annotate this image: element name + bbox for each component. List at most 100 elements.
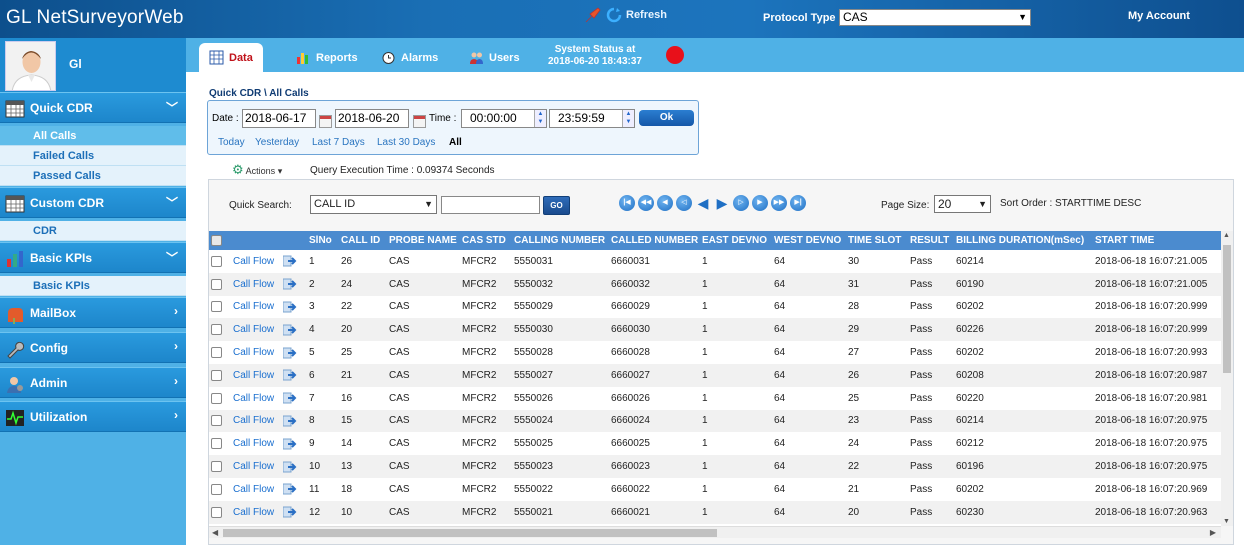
sidebar-item-passed-calls[interactable]: Passed Calls: [0, 166, 186, 186]
spinner-arrows-icon[interactable]: ▲ ▼: [622, 110, 634, 127]
column-header[interactable]: CAS STD: [460, 231, 512, 250]
row-checkbox[interactable]: [209, 296, 231, 319]
call-flow-arrow-icon[interactable]: [281, 341, 307, 364]
sidebar-item-failed-calls[interactable]: Failed Calls: [0, 146, 186, 166]
table-row[interactable]: Call Flow 2 24 CAS MFCR2 5550032 6660032 1 64 31 P…: [209, 272, 1221, 296]
call-flow-link[interactable]: Call Flow: [231, 296, 281, 319]
range-today[interactable]: Today: [218, 137, 245, 148]
call-flow-link[interactable]: Call Flow: [231, 341, 281, 364]
row-checkbox[interactable]: [209, 273, 231, 296]
sidebar-item-basic-kpis[interactable]: Basic KPIs: [0, 276, 186, 296]
scroll-left-icon[interactable]: ◀: [212, 528, 218, 537]
sidebar-group-custom-cdr[interactable]: Custom CDR ﹀: [0, 187, 186, 218]
call-flow-arrow-icon[interactable]: [281, 250, 307, 273]
scroll-right-icon[interactable]: ▶: [1210, 528, 1216, 537]
calendar-icon[interactable]: [319, 115, 332, 128]
tab-reports[interactable]: Reports: [286, 43, 368, 72]
call-flow-arrow-icon[interactable]: [281, 364, 307, 387]
call-flow-link[interactable]: Call Flow: [231, 387, 281, 410]
table-row[interactable]: Call Flow 5 25 CAS MFCR2 5550028 6660028 1 64 27 P…: [209, 341, 1221, 364]
column-header[interactable]: WEST DEVNO: [772, 231, 846, 250]
sidebar-item-all-calls[interactable]: All Calls: [0, 126, 186, 146]
last-page-icon[interactable]: ▶|: [790, 195, 806, 211]
call-flow-arrow-icon[interactable]: [281, 273, 307, 296]
table-row[interactable]: Call Flow 4 20 CAS MFCR2 5550030 6660030 1 64 29 P…: [209, 318, 1221, 342]
next-page-icon[interactable]: ▶: [714, 195, 730, 211]
column-header[interactable]: EAST DEVNO: [700, 231, 772, 250]
column-header[interactable]: CALLED NUMBER: [609, 231, 700, 250]
table-row[interactable]: Call Flow 10 13 CAS MFCR2 5550023 6660023 1 64 22…: [209, 455, 1221, 478]
prev-5-pages-icon[interactable]: ◀: [657, 195, 673, 211]
ok-button[interactable]: Ok: [639, 110, 694, 126]
call-flow-link[interactable]: Call Flow: [231, 478, 281, 501]
call-flow-arrow-icon[interactable]: [281, 455, 307, 478]
row-checkbox[interactable]: [209, 432, 231, 455]
table-row[interactable]: Call Flow 6 21 CAS MFCR2 5550027 6660027 1 64 26 P…: [209, 363, 1221, 387]
quick-search-input[interactable]: [441, 196, 540, 214]
sidebar-group-config[interactable]: Config ›: [0, 332, 186, 363]
table-row[interactable]: Call Flow 8 15 CAS MFCR2 5550024 6660024 1 64 23 P…: [209, 409, 1221, 433]
refresh-button[interactable]: Refresh: [584, 6, 667, 24]
range-last-7-days[interactable]: Last 7 Days: [312, 137, 365, 148]
sidebar-group-quick-cdr[interactable]: Quick CDR ﹀: [0, 92, 186, 123]
call-flow-arrow-icon[interactable]: [281, 501, 307, 524]
call-flow-arrow-icon[interactable]: [281, 432, 307, 455]
sidebar-group-utilization[interactable]: Utilization ›: [0, 401, 186, 432]
table-row[interactable]: Call Flow 12 10 CAS MFCR2 5550021 6660021 1 64 20…: [209, 500, 1221, 524]
go-button[interactable]: GO: [543, 196, 570, 215]
column-header[interactable]: CALL ID: [339, 231, 387, 250]
table-row[interactable]: Call Flow 7 16 CAS MFCR2 5550026 6660026 1 64 25 P…: [209, 386, 1221, 410]
scroll-up-icon[interactable]: ▲: [1223, 232, 1230, 239]
row-checkbox[interactable]: [209, 318, 231, 341]
column-header[interactable]: RESULT: [908, 231, 954, 250]
sidebar-group-admin[interactable]: Admin ›: [0, 367, 186, 398]
quick-search-field-select[interactable]: CALL ID ▼: [310, 195, 437, 214]
time-to-input[interactable]: 23:59:59 ▲ ▼: [549, 109, 635, 128]
prev-page-icon[interactable]: ◀: [695, 195, 711, 211]
call-flow-link[interactable]: Call Flow: [231, 410, 281, 433]
row-checkbox[interactable]: [209, 364, 231, 387]
tab-data[interactable]: Data: [199, 43, 263, 72]
column-header[interactable]: PROBE NAME: [387, 231, 460, 250]
call-flow-link[interactable]: Call Flow: [231, 318, 281, 341]
my-account-link[interactable]: My Account: [1128, 10, 1190, 22]
column-header[interactable]: CALLING NUMBER: [512, 231, 609, 250]
calendar-icon[interactable]: [413, 115, 426, 128]
tab-alarms[interactable]: Alarms: [371, 43, 448, 72]
sidebar-group-basic-kpis[interactable]: Basic KPIs ﹀: [0, 242, 186, 273]
call-flow-link[interactable]: Call Flow: [231, 250, 281, 273]
column-header[interactable]: TIME SLOT: [846, 231, 908, 250]
next-10-pages-icon[interactable]: ▶▶: [771, 195, 787, 211]
call-flow-link[interactable]: Call Flow: [231, 455, 281, 478]
row-checkbox[interactable]: [209, 250, 231, 273]
row-checkbox[interactable]: [209, 478, 231, 501]
call-flow-arrow-icon[interactable]: [281, 318, 307, 341]
protocol-type-select[interactable]: CAS ▼: [839, 9, 1031, 26]
tab-users[interactable]: Users: [459, 43, 530, 72]
first-page-icon[interactable]: |◀: [619, 195, 635, 211]
call-flow-link[interactable]: Call Flow: [231, 364, 281, 387]
call-flow-arrow-icon[interactable]: [281, 478, 307, 501]
date-from-input[interactable]: 2018-06-17: [242, 109, 316, 128]
range-all[interactable]: All: [449, 137, 462, 148]
page-size-select[interactable]: 20 ▼: [934, 195, 991, 213]
table-row[interactable]: Call Flow 1 26 CAS MFCR2 5550031 6660031 1 64 30 P…: [209, 250, 1221, 273]
scrollbar-thumb[interactable]: [223, 529, 717, 537]
row-checkbox[interactable]: [209, 387, 231, 410]
row-checkbox[interactable]: [209, 341, 231, 364]
sidebar-group-mailbox[interactable]: MailBox ›: [0, 297, 186, 328]
spinner-arrows-icon[interactable]: ▲ ▼: [534, 110, 546, 127]
scroll-down-icon[interactable]: ▼: [1223, 518, 1230, 525]
call-flow-link[interactable]: Call Flow: [231, 432, 281, 455]
range-last-30-days[interactable]: Last 30 Days: [377, 137, 435, 148]
prev-2-pages-icon[interactable]: ◁: [676, 195, 692, 211]
call-flow-arrow-icon[interactable]: [281, 410, 307, 433]
table-row[interactable]: Call Flow 11 18 CAS MFCR2 5550022 6660022 1 64 21…: [209, 477, 1221, 501]
select-all-checkbox[interactable]: [209, 231, 231, 250]
sidebar-item-cdr[interactable]: CDR: [0, 221, 186, 241]
horizontal-scrollbar[interactable]: ◀ ▶: [209, 526, 1221, 538]
date-to-input[interactable]: 2018-06-20: [335, 109, 409, 128]
prev-10-pages-icon[interactable]: ◀◀: [638, 195, 654, 211]
row-checkbox[interactable]: [209, 455, 231, 478]
table-row[interactable]: Call Flow 9 14 CAS MFCR2 5550025 6660025 1 64 24 P…: [209, 432, 1221, 456]
